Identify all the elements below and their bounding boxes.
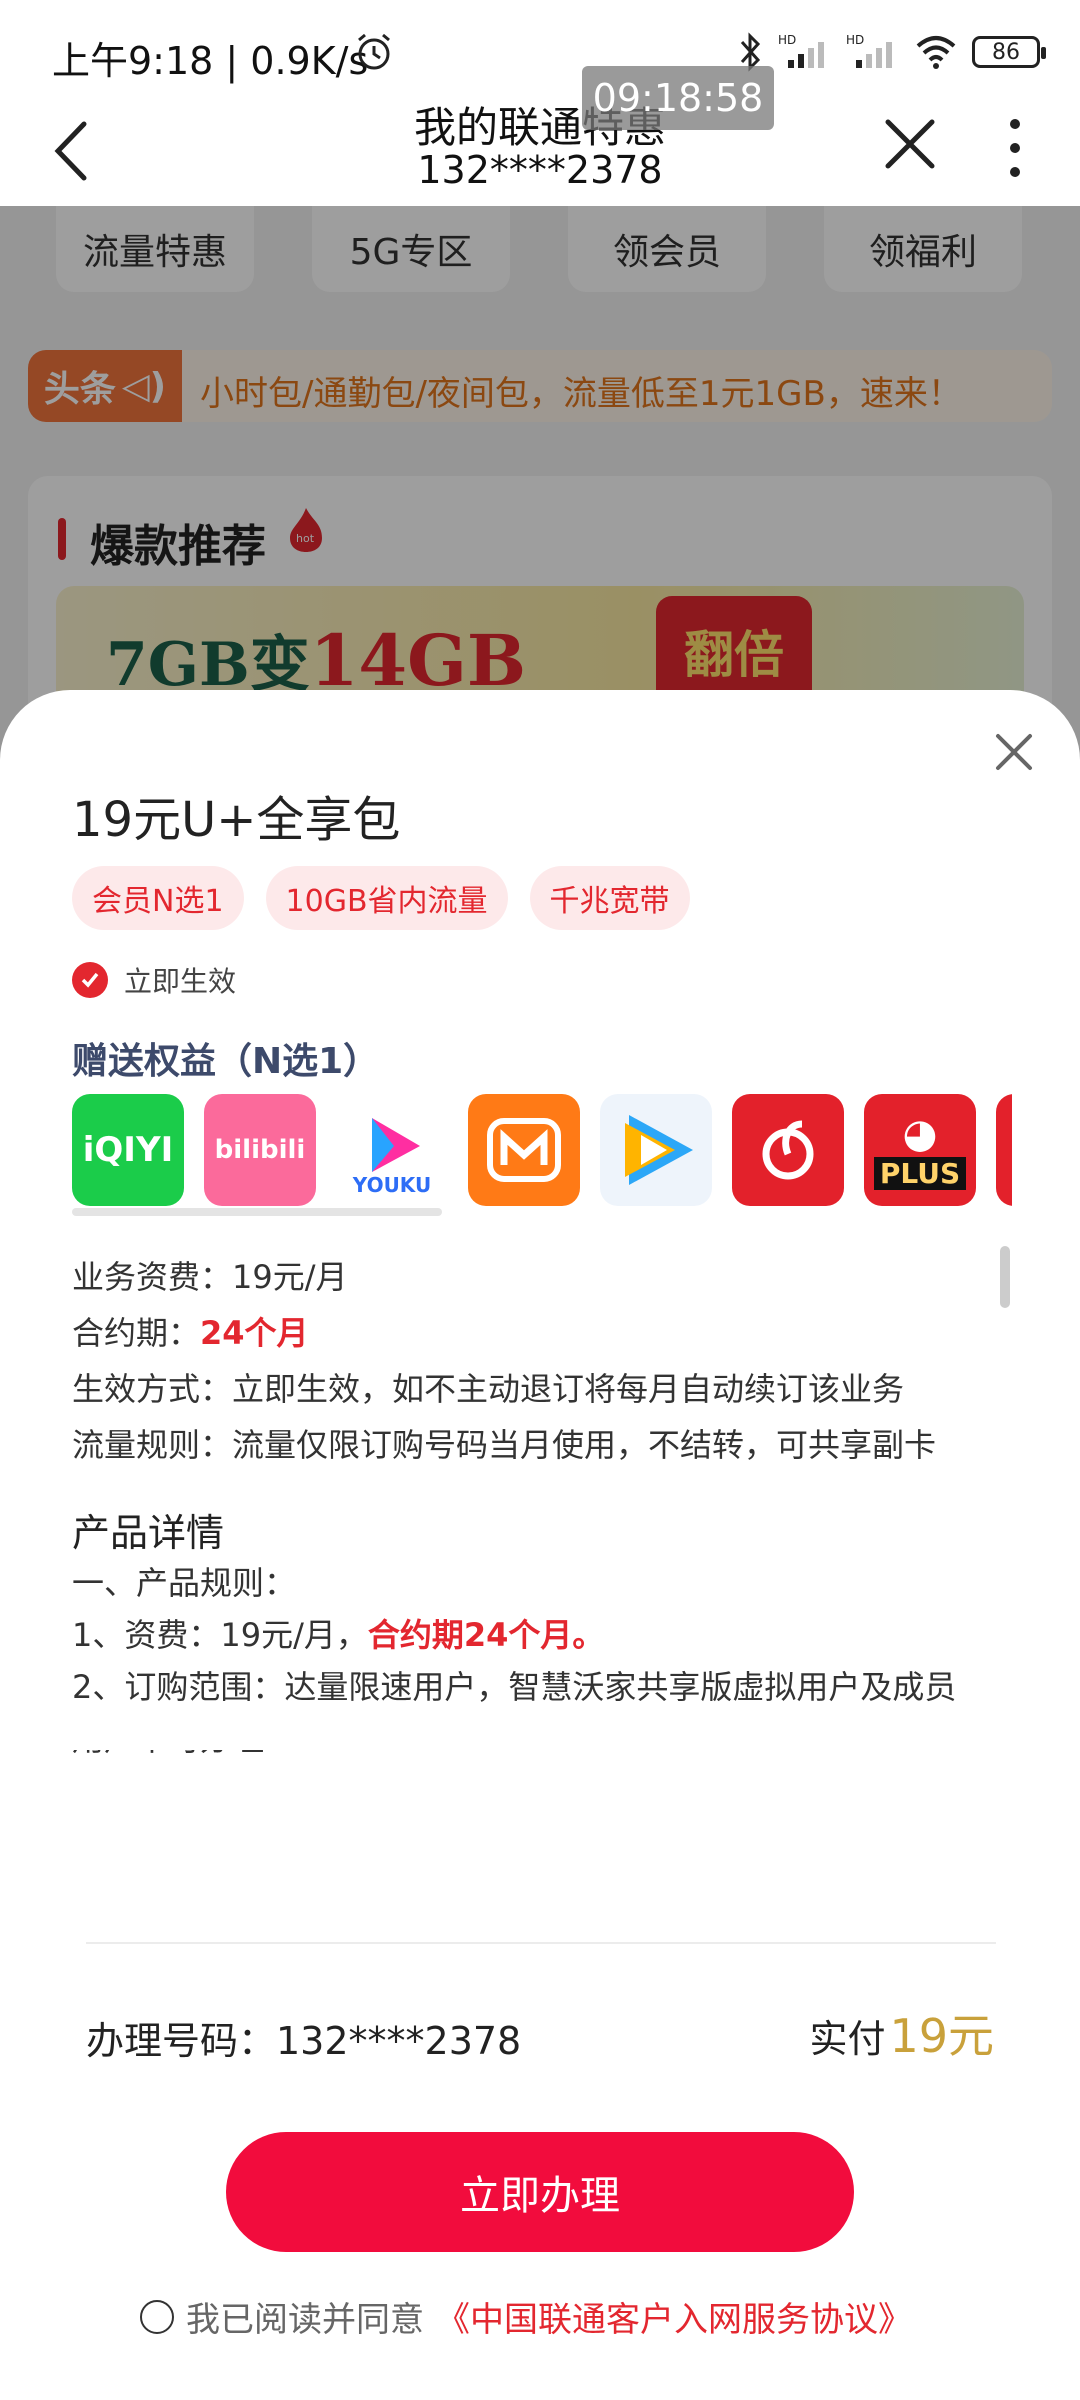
contract-row: 合约期：24个月 [72, 1314, 309, 1352]
agreement-row: 我已阅读并同意 《中国联通客户入网服务协议》 [140, 2292, 912, 2341]
jd-plus-icon[interactable]: ◕ PLUS [864, 1094, 976, 1206]
product-title: 19元U+全享包 [72, 792, 401, 848]
svg-text:HD: HD [778, 33, 796, 47]
traffic-rule-row: 流量规则：流量仅限订购号码当月使用，不结转，可共享副卡 [72, 1426, 937, 1464]
bilibili-icon[interactable]: bilibili [204, 1094, 316, 1206]
paid-amount: 实付 19元 [809, 2009, 994, 2063]
product-sheet: 19元U+全享包 会员N选1 10GB省内流量 千兆宽带 立即生效 赠送权益（N… [0, 690, 1080, 2400]
youku-icon[interactable]: YOUKU [336, 1094, 448, 1206]
sheet-close-icon[interactable] [990, 728, 1038, 776]
jd-plus-label: PLUS [873, 1156, 967, 1190]
agree-text: 我已阅读并同意 [186, 2300, 424, 2340]
battery-icon: 86 [972, 36, 1046, 68]
detail-line: 1、资费：19元/月，合约期24个月。 [72, 1616, 605, 1654]
detail-line: 2、订购范围：达量限速用户，智慧沃家共享版虚拟用户及成员 [72, 1668, 957, 1706]
details-clip [0, 1710, 1080, 1750]
iqiyi-icon[interactable]: iQIYI [72, 1094, 184, 1206]
mangotv-icon[interactable] [468, 1094, 580, 1206]
svg-text:YOUKU: YOUKU [352, 1173, 431, 1197]
submit-button[interactable]: 立即办理 [226, 2132, 854, 2252]
more-app-icon[interactable] [996, 1094, 1012, 1206]
tag-broadband: 千兆宽带 [529, 866, 690, 930]
jd-dog-glyph: ◕ [902, 1110, 938, 1157]
signal-2-icon: HD [846, 33, 892, 68]
tag-membership: 会员N选1 [72, 866, 244, 930]
phone-number-row: 办理号码：132****2378 [86, 2019, 522, 2063]
effect-option[interactable]: 立即生效 [72, 960, 236, 1000]
status-bar: 上午9:18 | 0.9K/s HD HD 86 [0, 0, 1080, 100]
svg-text:HD: HD [846, 33, 864, 47]
status-time: 上午9:18 | 0.9K/s [52, 39, 369, 83]
more-options-icon[interactable] [1000, 116, 1030, 180]
status-icons: HD HD 86 [736, 30, 1046, 74]
detail-line: 一、产品规则： [72, 1564, 297, 1602]
tencent-video-icon[interactable] [600, 1094, 712, 1206]
benefit-apps-list: iQIYI bilibili YOUKU ◕ PLUS [72, 1094, 1012, 1210]
divider [86, 1942, 996, 1944]
floating-clock: 09:18:58 [582, 66, 774, 130]
tag-traffic: 10GB省内流量 [265, 866, 508, 930]
checkmark-icon [72, 962, 108, 998]
agree-radio[interactable] [140, 2299, 174, 2334]
wifi-icon [916, 36, 956, 69]
detail-title: 产品详情 [72, 1511, 225, 1555]
apps-scrollbar[interactable] [72, 1208, 442, 1216]
details-scrollbar[interactable] [1000, 1246, 1010, 1308]
alarm-icon [358, 33, 390, 70]
effect-label: 立即生效 [124, 965, 237, 998]
signal-1-icon: HD [778, 33, 824, 68]
fee-row: 业务资费：19元/月 [72, 1258, 348, 1296]
product-tags: 会员N选1 10GB省内流量 千兆宽带 [72, 866, 690, 930]
agreement-link[interactable]: 《中国联通客户入网服务协议》 [436, 2292, 912, 2341]
effect-mode-row: 生效方式：立即生效，如不主动退订将每月自动续订该业务 [72, 1370, 905, 1408]
netease-music-icon[interactable] [732, 1094, 844, 1206]
benefits-title: 赠送权益（N选1） [72, 1041, 380, 1082]
nav-bar: 我的联通特惠 132****2378 [0, 90, 1080, 206]
close-icon[interactable] [880, 114, 940, 174]
